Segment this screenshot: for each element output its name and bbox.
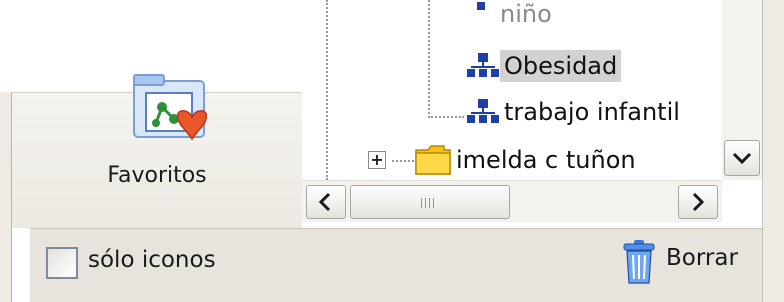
- tree-item-label: trabajo infantil: [504, 98, 680, 126]
- tree-guide-line: [428, 0, 430, 118]
- trash-icon[interactable]: [622, 239, 656, 285]
- expand-toggle[interactable]: +: [368, 151, 386, 169]
- delete-button-label[interactable]: Borrar: [666, 245, 738, 271]
- tree-item-label: niño: [500, 0, 552, 28]
- icons-only-label[interactable]: sólo iconos: [88, 247, 216, 273]
- scroll-down-button[interactable]: [724, 140, 760, 176]
- node-org-icon: [467, 53, 499, 77]
- chevron-left-icon: [318, 192, 331, 212]
- scroll-right-button[interactable]: [678, 185, 718, 219]
- right-frame-edge: [762, 0, 784, 302]
- bottom-toolbar: sólo iconos Borrar: [30, 228, 762, 302]
- scroll-thumb[interactable]: [350, 185, 510, 219]
- tree-guide-line: [428, 116, 464, 118]
- thumb-grip: [421, 198, 441, 208]
- favorites-pane[interactable]: Favoritos: [12, 74, 302, 228]
- tree-item-selected[interactable]: Obesidad: [466, 46, 622, 86]
- tree-item-label: imelda c tuñon: [456, 146, 636, 174]
- icons-only-checkbox[interactable]: [46, 247, 78, 279]
- window: Favoritos niño Obesidad trabajo infantil…: [0, 0, 784, 302]
- tree-item[interactable]: imelda c tuñon: [414, 140, 640, 180]
- scroll-left-button[interactable]: [306, 185, 346, 219]
- horizontal-scrollbar[interactable]: [302, 180, 722, 222]
- favorites-folder-heart-icon: [133, 74, 208, 141]
- favorites-label[interactable]: Favoritos: [12, 163, 302, 188]
- tree-item[interactable]: niño: [466, 0, 556, 34]
- tree-view[interactable]: niño Obesidad trabajo infantil + imelda …: [302, 0, 722, 180]
- tree-guide-line: [392, 160, 414, 162]
- left-frame-edge: [0, 92, 12, 302]
- folder-icon: [415, 145, 451, 175]
- tree-item-label: Obesidad: [500, 50, 622, 82]
- chevron-right-icon: [692, 192, 705, 212]
- node-org-icon: [467, 99, 499, 123]
- chevron-down-icon: [732, 152, 752, 165]
- node-org-icon: [477, 2, 485, 10]
- tree-item[interactable]: trabajo infantil: [466, 92, 684, 132]
- tree-guide-line: [326, 0, 328, 180]
